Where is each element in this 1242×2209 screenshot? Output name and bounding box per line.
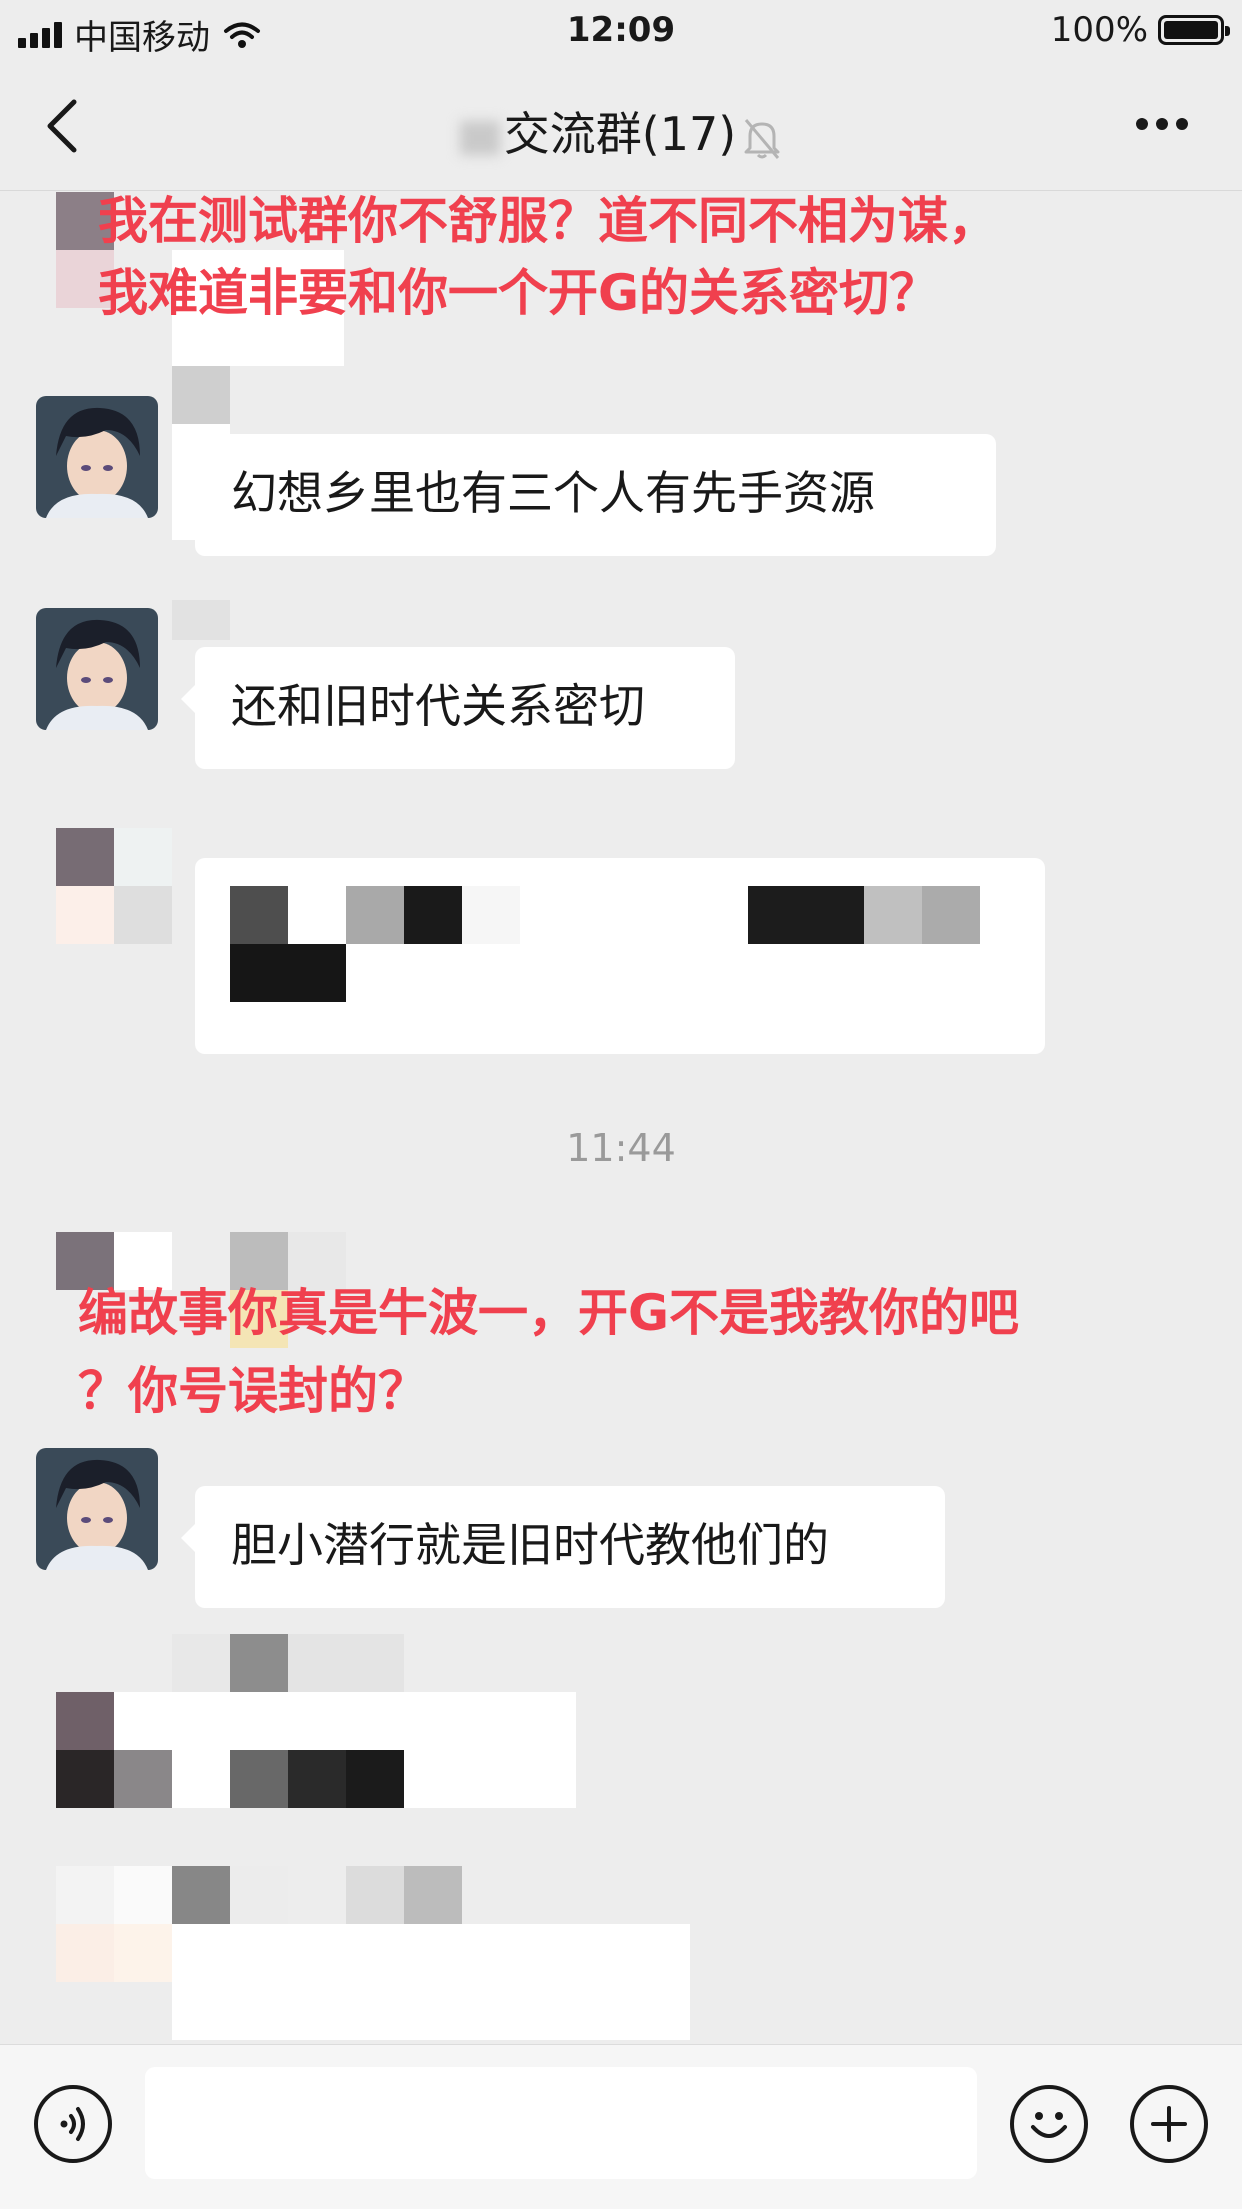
anime-avatar-image: [36, 608, 158, 730]
voice-icon[interactable]: [34, 2085, 112, 2163]
emoji-icon[interactable]: [1010, 2085, 1088, 2163]
annotation-line: 我难道非要和你一个开G的关系密切？: [98, 264, 940, 322]
plus-circle-icon[interactable]: [1130, 2085, 1208, 2163]
avatar[interactable]: [36, 396, 158, 518]
battery-percent: 100%: [1050, 10, 1148, 50]
annotation-line: 我在测试群你不舒服？道不同不相为谋，: [98, 192, 998, 250]
redacted-sender-name: [172, 600, 230, 640]
bell-off-icon: [744, 118, 780, 159]
redacted-sender-name: [172, 366, 230, 424]
anime-avatar-image: [36, 1448, 158, 1570]
avatar[interactable]: [36, 1448, 158, 1570]
message-bubble[interactable]: 胆小潜行就是旧时代教他们的: [181, 1486, 945, 1608]
input-bar: [0, 2044, 1242, 2209]
battery-icon: [1158, 15, 1230, 45]
status-bar: 中国移动 12:09 100%: [0, 0, 1242, 62]
anime-avatar-image: [36, 396, 158, 518]
avatar[interactable]: [36, 608, 158, 730]
message-input[interactable]: [145, 2067, 977, 2179]
chat-timestamp: 11:44: [566, 1126, 676, 1170]
redacted-title-prefix: [459, 120, 500, 155]
message-bubble[interactable]: 还和旧时代关系密切: [181, 647, 735, 769]
nav-bar: 交流群(17): [0, 62, 1242, 191]
annotation-line: ？你号误封的？: [78, 1362, 428, 1420]
message-bubble[interactable]: 幻想乡里也有三个人有先手资源: [181, 434, 996, 556]
message-text: 还和旧时代关系密切: [231, 679, 645, 733]
message-text: 胆小潜行就是旧时代教他们的: [231, 1518, 829, 1572]
chat-title: 交流群(17): [503, 107, 737, 161]
annotation-line: 编故事你真是牛波一，开G不是我教你的吧: [78, 1284, 1020, 1342]
more-icon[interactable]: [1134, 116, 1190, 132]
message-text: 幻想乡里也有三个人有先手资源: [231, 466, 875, 520]
